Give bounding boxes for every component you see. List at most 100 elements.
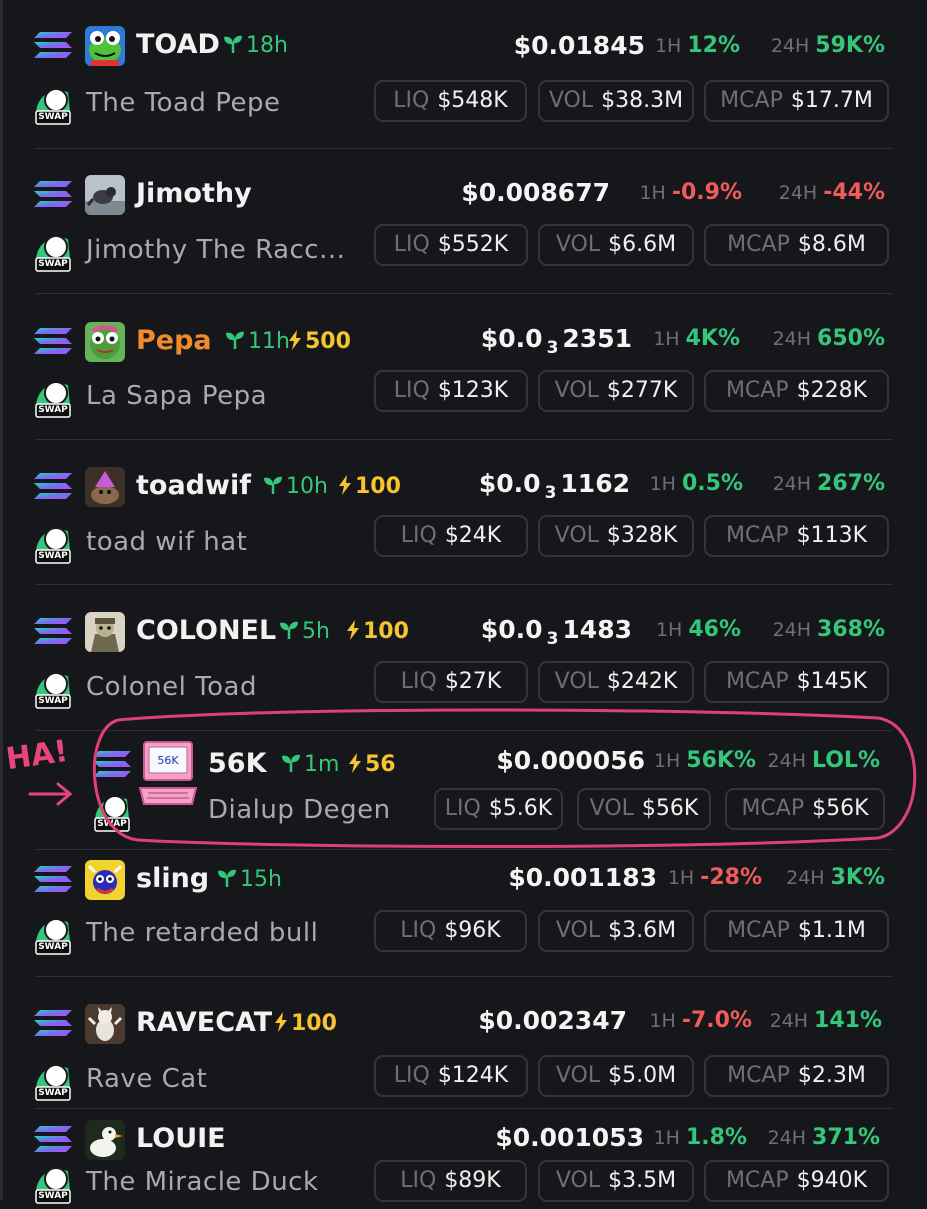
- boost-badge: 100: [274, 1012, 337, 1035]
- token-avatar: [85, 322, 125, 362]
- token-name: La Sapa Pepa: [86, 381, 268, 411]
- volume-pill: VOL $328K: [538, 515, 694, 557]
- token-symbol[interactable]: Jimothy: [136, 180, 252, 207]
- swap-badge-label: SWAP: [38, 112, 68, 122]
- token-price: $0.0 3 1162: [479, 471, 630, 502]
- token-name: The Miracle Duck: [86, 1167, 319, 1197]
- price-zero-count: 3: [546, 629, 559, 649]
- token-avatar: [85, 175, 125, 215]
- token-symbol[interactable]: Pepa: [136, 327, 212, 354]
- token-symbol[interactable]: LOUIE: [136, 1125, 226, 1152]
- market-cap-value: $1.1M: [797, 918, 866, 943]
- price-main: $0.001053: [495, 1123, 644, 1152]
- price-zero-count: 3: [544, 483, 557, 503]
- volume-value: $328K: [606, 523, 678, 548]
- token-price: $0.0 3 2351: [481, 326, 632, 357]
- left-edge-rule: [0, 0, 3, 1200]
- change-24h: 24H 141%: [770, 1010, 882, 1032]
- market-cap-pill: MCAP $940K: [704, 1160, 889, 1202]
- market-cap-label: MCAP: [727, 232, 790, 257]
- volume-label: VOL: [555, 918, 601, 943]
- change-1h-value: 46%: [688, 617, 741, 642]
- liquidity-value: $24K: [444, 523, 502, 548]
- market-cap-label: MCAP: [727, 918, 790, 943]
- token-avatar: [85, 860, 125, 900]
- market-cap-value: $2.3M: [797, 1063, 866, 1088]
- market-cap-pill: MCAP $228K: [704, 370, 889, 412]
- change-1h-label: 1H: [653, 1127, 680, 1149]
- change-24h-label: 24H: [772, 328, 812, 350]
- token-price: $0.001183: [508, 865, 657, 890]
- volume-pill: VOL $5.0M: [538, 1055, 694, 1097]
- liquidity-value: $89K: [444, 1168, 501, 1193]
- change-24h: 24H -44%: [779, 182, 885, 204]
- highlight-circle: [92, 708, 917, 848]
- token-avatar: [85, 1004, 125, 1044]
- change-24h: 24H 267%: [773, 473, 885, 495]
- solana-chain-icon: [33, 615, 73, 647]
- solana-chain-icon: [33, 325, 73, 357]
- token-avatar: [85, 1120, 125, 1160]
- token-age: 18h: [222, 34, 288, 57]
- liquidity-pill: LIQ $89K: [374, 1160, 527, 1202]
- token-symbol[interactable]: RAVECAT: [136, 1009, 272, 1036]
- change-1h: 1H 12%: [655, 35, 740, 57]
- swap-badge-label: SWAP: [38, 259, 68, 269]
- market-cap-pill: MCAP $17.7M: [704, 80, 889, 122]
- token-age-value: 10h: [286, 474, 328, 499]
- market-cap-label: MCAP: [727, 1063, 790, 1088]
- price-main: $0.002347: [478, 1006, 627, 1035]
- token-age-value: 5h: [302, 619, 330, 644]
- token-symbol[interactable]: TOAD: [136, 31, 220, 58]
- volume-label: VOL: [554, 523, 599, 548]
- liquidity-label: LIQ: [393, 232, 430, 257]
- price-main: $0.0: [478, 469, 541, 498]
- token-age: 15h: [216, 868, 282, 891]
- market-cap-label: MCAP: [725, 1168, 789, 1193]
- change-1h: 1H -0.9%: [639, 182, 742, 204]
- change-1h-label: 1H: [649, 1010, 676, 1032]
- volume-value: $6.6M: [608, 232, 677, 257]
- volume-value: $5.0M: [608, 1063, 677, 1088]
- token-avatar: [85, 467, 125, 507]
- change-1h-value: 12%: [687, 33, 740, 58]
- market-cap-pill: MCAP $113K: [704, 515, 889, 557]
- change-1h: 1H -28%: [668, 867, 762, 889]
- swap-badge-label: SWAP: [38, 551, 68, 561]
- swap-badge-label: SWAP: [38, 1088, 68, 1098]
- volume-label: VOL: [548, 88, 594, 113]
- volume-value: $3.5M: [608, 1168, 677, 1193]
- change-24h: 24H 371%: [768, 1127, 880, 1149]
- token-price: $0.001053: [495, 1125, 644, 1150]
- change-24h: 24H 368%: [773, 619, 885, 641]
- liquidity-pill: LIQ $24K: [374, 515, 528, 557]
- liquidity-value: $124K: [437, 1063, 509, 1088]
- market-cap-label: MCAP: [720, 88, 783, 113]
- token-age-value: 18h: [246, 33, 288, 58]
- row-divider: [35, 439, 892, 440]
- change-24h-label: 24H: [786, 867, 825, 889]
- change-1h: 1H 0.5%: [650, 473, 743, 495]
- row-divider: [35, 1108, 892, 1109]
- token-age: 5h: [278, 620, 330, 643]
- change-1h-label: 1H: [639, 182, 666, 204]
- volume-pill: VOL $3.6M: [538, 910, 694, 952]
- token-symbol[interactable]: sling: [136, 865, 209, 892]
- liquidity-pill: LIQ $123K: [374, 370, 528, 412]
- change-24h-label: 24H: [772, 473, 812, 495]
- solana-chain-icon: [33, 863, 73, 895]
- market-cap-value: $17.7M: [790, 88, 873, 113]
- liquidity-label: LIQ: [393, 378, 430, 403]
- market-cap-label: MCAP: [725, 669, 789, 694]
- token-symbol[interactable]: COLONEL: [136, 617, 276, 644]
- change-24h-value: 368%: [817, 617, 885, 642]
- change-24h-label: 24H: [778, 182, 818, 204]
- volume-pill: VOL $3.5M: [538, 1160, 694, 1202]
- market-cap-pill: MCAP $8.6M: [704, 224, 889, 266]
- annotation-arrow-icon: [28, 782, 73, 806]
- solana-chain-icon: [33, 29, 73, 61]
- token-name: Jimothy The Racc...: [86, 235, 346, 265]
- token-price: $0.002347: [478, 1008, 627, 1033]
- volume-label: VOL: [555, 1168, 601, 1193]
- token-symbol[interactable]: toadwif: [136, 472, 251, 499]
